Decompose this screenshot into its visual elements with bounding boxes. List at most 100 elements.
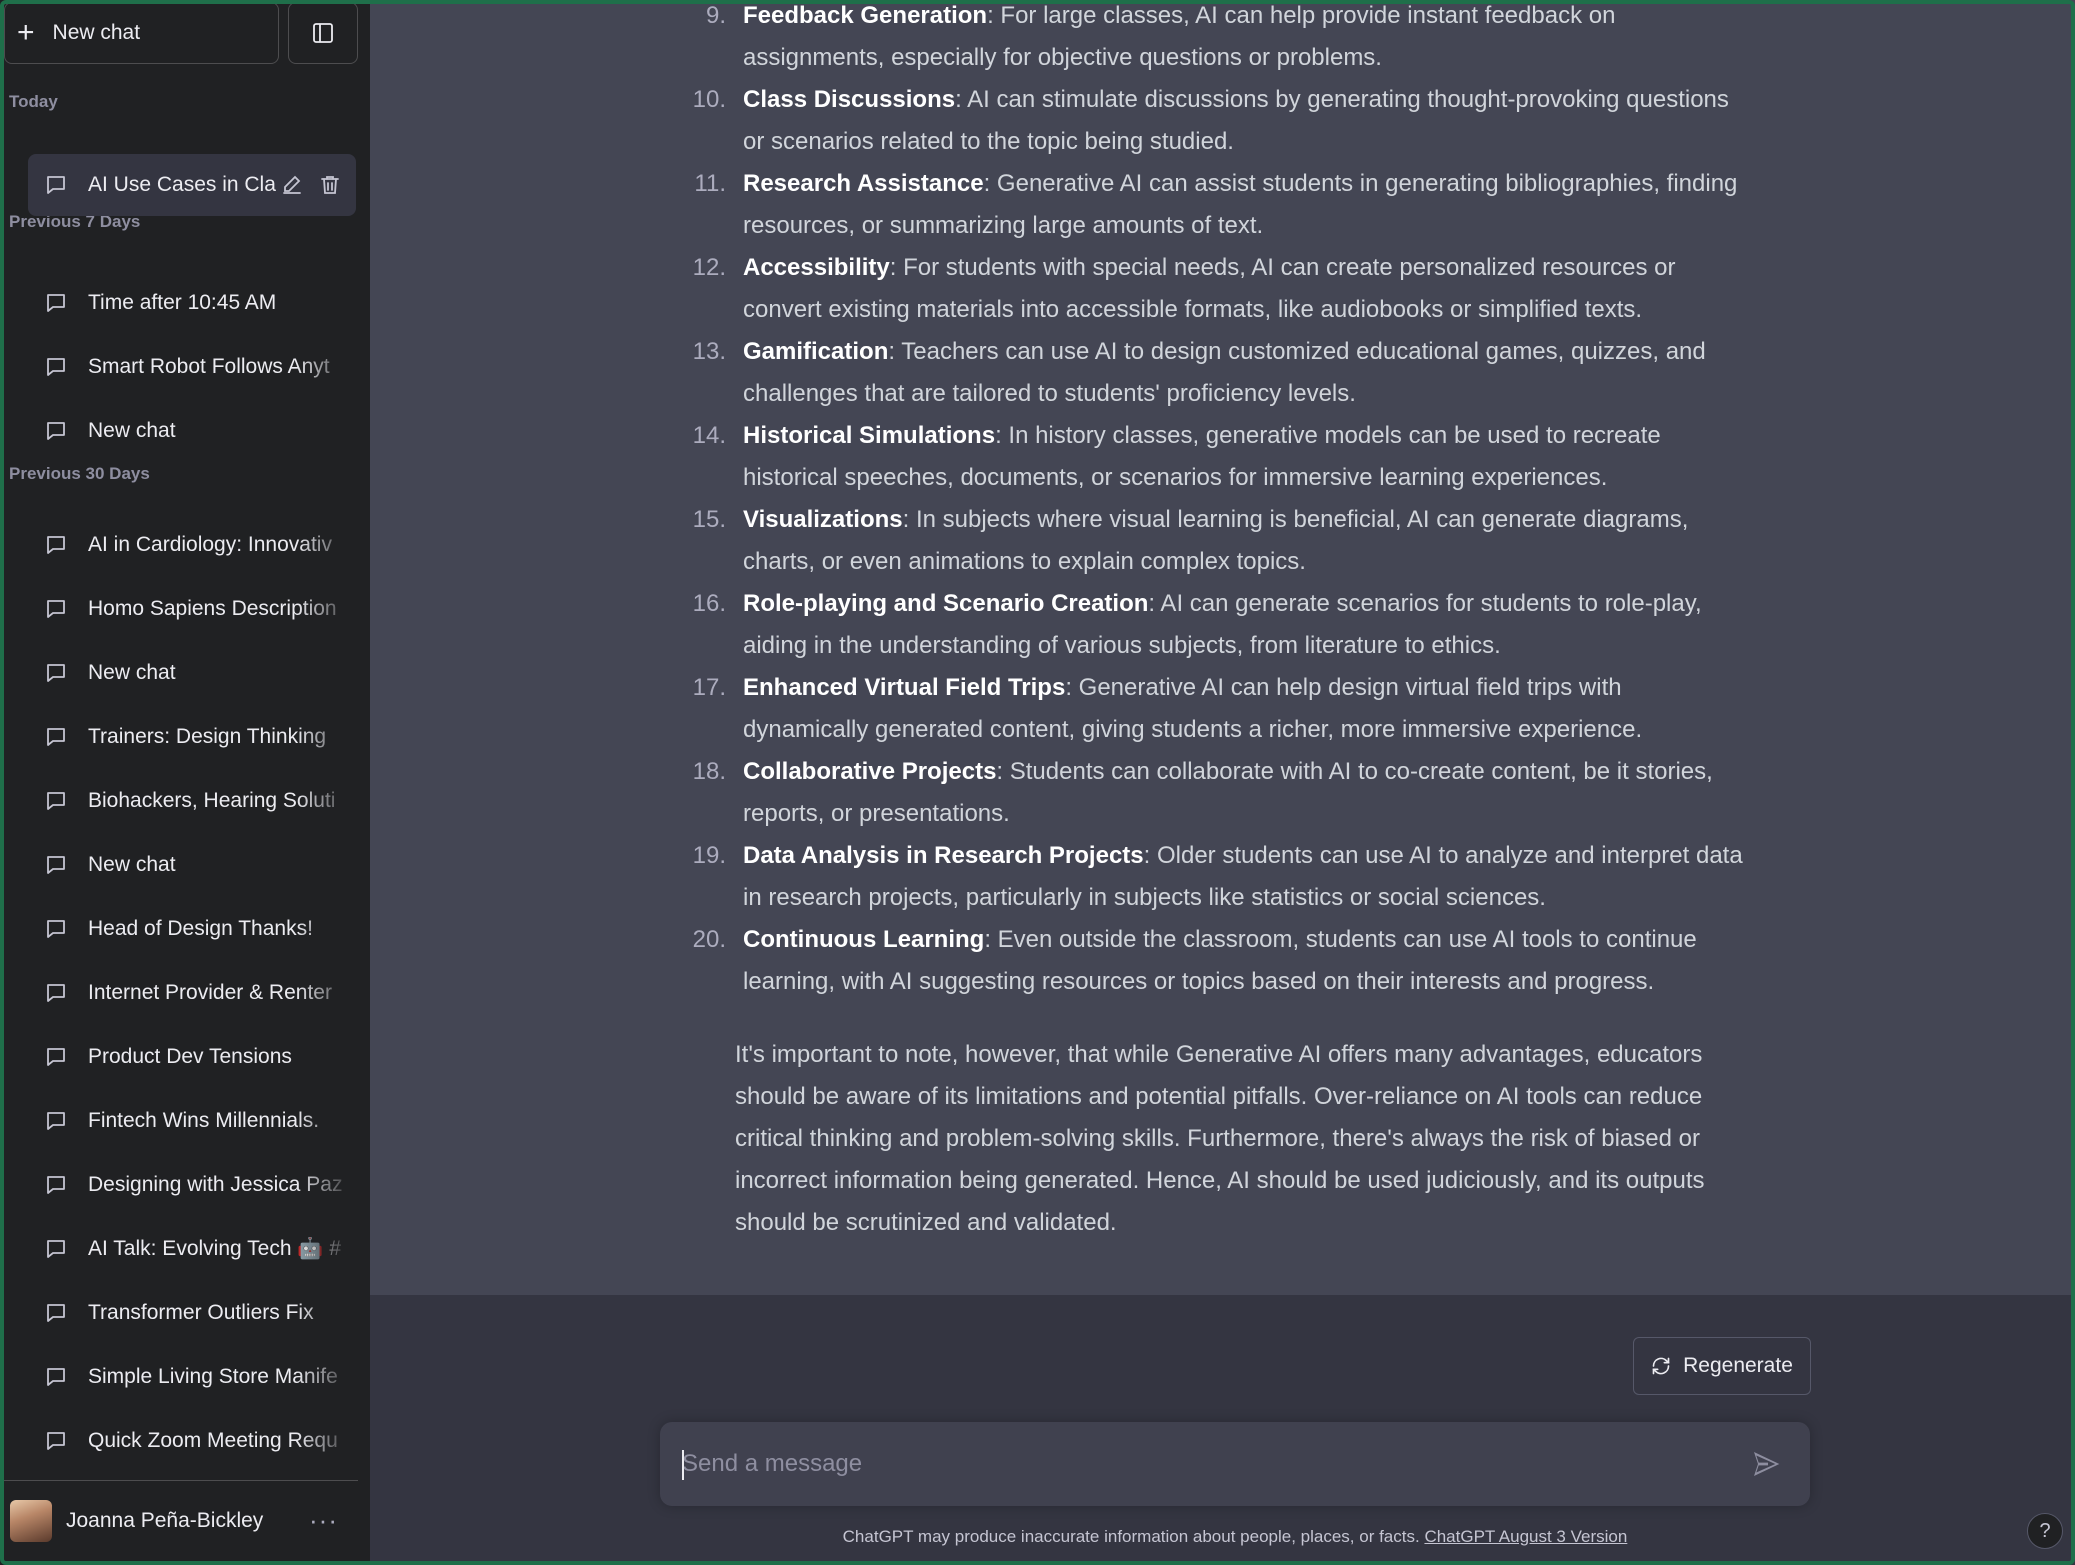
- chat-bubble-icon: [44, 173, 68, 197]
- chat-history-item[interactable]: Smart Robot Follows Anyt: [28, 336, 356, 398]
- chat-history-item[interactable]: New chat: [28, 400, 356, 462]
- chat-history-label: AI Use Cases in Cla: [88, 173, 276, 196]
- help-button[interactable]: ?: [2027, 1513, 2063, 1549]
- list-body: Historical Simulations: In history class…: [743, 415, 1743, 499]
- message-input-box: [660, 1422, 1810, 1506]
- fade-overlay: [296, 642, 356, 704]
- section-label-today: Today: [9, 92, 58, 111]
- toggle-sidebar-button[interactable]: [288, 2, 358, 64]
- list-number: 10.: [692, 86, 726, 113]
- chat-history-item[interactable]: Designing with Jessica Paz: [28, 1154, 356, 1216]
- new-chat-label: New chat: [52, 21, 141, 44]
- list-body: Enhanced Virtual Field Trips: Generative…: [743, 667, 1743, 751]
- edit-icon[interactable]: [280, 173, 304, 197]
- fade-overlay: [296, 514, 356, 576]
- chat-bubble-icon: [44, 1173, 68, 1197]
- fade-overlay: [296, 400, 356, 462]
- list-number: 13.: [692, 338, 726, 365]
- list-body: Role-playing and Scenario Creation: AI c…: [743, 583, 1743, 667]
- fade-overlay: [296, 578, 356, 640]
- list-number: 11.: [694, 170, 726, 197]
- list-title: Enhanced Virtual Field Trips: [743, 674, 1066, 701]
- new-chat-button[interactable]: + New chat: [4, 2, 279, 64]
- fade-overlay: [296, 770, 356, 832]
- list-number: 15.: [692, 506, 726, 533]
- list-body: Data Analysis in Research Projects: Olde…: [743, 835, 1743, 919]
- more-options-icon[interactable]: ···: [309, 1505, 338, 1536]
- sidebar: + New chat Today Previous 7 Days Previou…: [0, 0, 370, 1565]
- chat-bubble-icon: [44, 1365, 68, 1389]
- chat-history-item[interactable]: Quick Zoom Meeting Requ: [28, 1410, 356, 1472]
- regenerate-label: Regenerate: [1683, 1354, 1793, 1377]
- fade-overlay: [296, 834, 356, 896]
- chat-history-item[interactable]: Time after 10:45 AM: [28, 272, 356, 334]
- list-body: Collaborative Projects: Students can col…: [743, 751, 1743, 835]
- list-title: Class Discussions: [743, 86, 956, 113]
- fade-overlay: [296, 706, 356, 768]
- chat-bubble-icon: [44, 1045, 68, 1069]
- composer-area: Regenerate ChatGPT may produce inaccurat…: [370, 1295, 2075, 1565]
- chat-bubble-icon: [44, 533, 68, 557]
- send-icon[interactable]: [1750, 1448, 1782, 1480]
- chat-history-item[interactable]: Internet Provider & Renter: [28, 962, 356, 1024]
- delete-icon[interactable]: [318, 173, 342, 197]
- list-title: Role-playing and Scenario Creation: [743, 590, 1149, 617]
- fade-overlay: [296, 962, 356, 1024]
- list-body: Gamification: Teachers can use AI to des…: [743, 331, 1743, 415]
- list-title: Collaborative Projects: [743, 758, 997, 785]
- list-number: 17.: [692, 674, 726, 701]
- list-body: Accessibility: For students with special…: [743, 247, 1743, 331]
- list-body: Continuous Learning: Even outside the cl…: [743, 919, 1743, 1003]
- text-caret: [682, 1450, 684, 1480]
- list-body: Feedback Generation: For large classes, …: [743, 0, 1743, 79]
- chat-history-item[interactable]: Homo Sapiens Description: [28, 578, 356, 640]
- fade-overlay: [296, 1218, 356, 1280]
- chat-history-item[interactable]: AI Use Cases in Cla: [28, 154, 356, 216]
- user-name: Joanna Peña-Bickley: [66, 1508, 264, 1532]
- chat-bubble-icon: [44, 981, 68, 1005]
- list-title: Feedback Generation: [743, 2, 988, 29]
- closing-paragraph: It's important to note, however, that wh…: [735, 1041, 1705, 1236]
- fade-overlay: [296, 1090, 356, 1152]
- list-number: 19.: [692, 842, 726, 869]
- chat-history-item[interactable]: Simple Living Store Manife: [28, 1346, 356, 1408]
- refresh-icon: [1652, 1357, 1670, 1375]
- chat-bubble-icon: [44, 917, 68, 941]
- chat-history-item[interactable]: Transformer Outliers Fix: [28, 1282, 356, 1344]
- fade-overlay: [296, 898, 356, 960]
- chat-bubble-icon: [44, 853, 68, 877]
- list-body: Visualizations: In subjects where visual…: [743, 499, 1743, 583]
- chat-bubble-icon: [44, 1109, 68, 1133]
- chat-history-item[interactable]: Fintech Wins Millennials.: [28, 1090, 356, 1152]
- list-number: 9.: [705, 2, 726, 29]
- list-title: Gamification: [743, 338, 889, 365]
- chat-history-item[interactable]: New chat: [28, 642, 356, 704]
- chat-history-item[interactable]: Product Dev Tensions: [28, 1026, 356, 1088]
- chat-history-item[interactable]: Biohackers, Hearing Soluti: [28, 770, 356, 832]
- list-number: 16.: [692, 590, 726, 617]
- chat-history-item[interactable]: AI in Cardiology: Innovativ: [28, 514, 356, 576]
- chat-bubble-icon: [44, 291, 68, 315]
- chat-bubble-icon: [44, 355, 68, 379]
- list-body: Research Assistance: Generative AI can a…: [743, 163, 1743, 247]
- user-menu[interactable]: Joanna Peña-Bickley ···: [0, 1480, 358, 1560]
- disclaimer: ChatGPT may produce inaccurate informati…: [660, 1527, 1810, 1547]
- list-title: Continuous Learning: [743, 926, 985, 953]
- chat-history-item[interactable]: AI Talk: Evolving Tech 🤖 #: [28, 1218, 356, 1280]
- sidebar-toggle-icon: [313, 23, 333, 43]
- chat-history-item[interactable]: Head of Design Thanks!: [28, 898, 356, 960]
- chat-bubble-icon: [44, 725, 68, 749]
- list-title: Historical Simulations: [743, 422, 996, 449]
- fade-overlay: [296, 1346, 356, 1408]
- chat-history-item[interactable]: Trainers: Design Thinking: [28, 706, 356, 768]
- regenerate-button[interactable]: Regenerate: [1633, 1337, 1811, 1395]
- fade-overlay: [296, 1282, 356, 1344]
- fade-overlay: [296, 1410, 356, 1472]
- chat-history-item[interactable]: New chat: [28, 834, 356, 896]
- version-link[interactable]: ChatGPT August 3 Version: [1424, 1527, 1627, 1546]
- message-input[interactable]: [682, 1422, 1712, 1506]
- chat-bubble-icon: [44, 661, 68, 685]
- disclaimer-text: ChatGPT may produce inaccurate informati…: [842, 1527, 1420, 1546]
- avatar: [10, 1499, 52, 1542]
- list-body: Class Discussions: AI can stimulate disc…: [743, 79, 1743, 163]
